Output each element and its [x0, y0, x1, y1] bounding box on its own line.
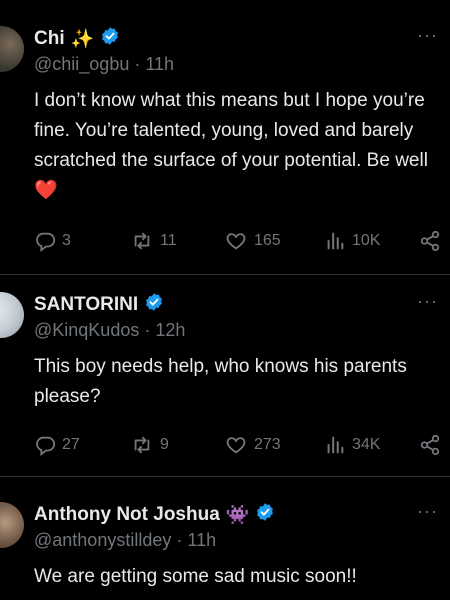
reply-icon [36, 232, 56, 252]
share-button[interactable] [419, 230, 441, 252]
separator-dot: · [144, 320, 151, 340]
retweet-icon [134, 232, 150, 250]
reply-count: 27 [62, 436, 80, 453]
heart-emoji: ❤️ [34, 180, 58, 201]
handle[interactable]: @chii_ogbu [34, 54, 129, 74]
timestamp[interactable]: 11h [187, 530, 216, 550]
tweet-text: I don’t know what this means but I hope … [34, 90, 428, 171]
avatar[interactable] [0, 26, 24, 72]
reply-button[interactable]: 27 [34, 434, 80, 456]
avatar[interactable] [0, 292, 24, 338]
tweet-text: This boy needs help, who knows his paren… [34, 356, 407, 407]
reply-button[interactable]: 3 [34, 230, 71, 252]
display-name[interactable]: Anthony Not Joshua [34, 504, 220, 526]
like-count: 165 [254, 232, 281, 249]
display-name[interactable]: Chi [34, 28, 65, 50]
display-name-row[interactable]: SANTORINI [34, 292, 164, 318]
sparkles-emoji: ✨ [70, 29, 95, 50]
share-button[interactable] [419, 434, 441, 456]
action-bar: 3 11 165 10K [34, 230, 444, 258]
retweet-icon [134, 436, 150, 454]
divider [0, 476, 450, 477]
divider [0, 274, 450, 275]
more-options-icon[interactable]: ··· [417, 292, 438, 310]
reply-count: 3 [62, 232, 71, 249]
share-icon [420, 230, 440, 252]
tweet-body: We are getting some sad music soon!! [34, 562, 434, 592]
views-button[interactable]: 10K [324, 230, 380, 252]
handle[interactable]: @KinqKudos [34, 320, 139, 340]
tweet-text: We are getting some sad music soon!! [34, 566, 357, 587]
handle-row: @KinqKudos · 12h [34, 320, 185, 341]
separator-dot: · [176, 530, 183, 550]
verified-badge-icon [100, 26, 120, 52]
verified-badge-icon [255, 502, 275, 528]
separator-dot: · [134, 54, 141, 74]
share-icon [420, 434, 440, 456]
reply-icon [36, 436, 56, 456]
views-icon [327, 232, 344, 250]
more-options-icon[interactable]: ··· [417, 26, 438, 44]
action-bar: 27 9 273 34K [34, 434, 444, 462]
heart-icon [226, 437, 246, 454]
retweet-count: 9 [160, 436, 169, 453]
display-name[interactable]: SANTORINI [34, 294, 138, 316]
like-button[interactable]: 273 [224, 434, 281, 456]
more-options-icon[interactable]: ··· [417, 502, 438, 520]
like-count: 273 [254, 436, 281, 453]
retweet-button[interactable]: 9 [130, 434, 169, 456]
handle[interactable]: @anthonystilldey [34, 530, 171, 550]
retweet-button[interactable]: 11 [130, 230, 177, 252]
avatar[interactable] [0, 502, 24, 548]
alien-monster-emoji: 👾 [225, 505, 250, 526]
display-name-row[interactable]: Chi ✨ [34, 26, 120, 52]
handle-row: @anthonystilldey · 11h [34, 530, 216, 551]
views-icon [327, 436, 344, 454]
view-count: 34K [352, 436, 381, 453]
display-name-row[interactable]: Anthony Not Joshua 👾 [34, 502, 275, 528]
timestamp[interactable]: 12h [155, 320, 185, 340]
view-count: 10K [352, 232, 381, 249]
verified-badge-icon [144, 292, 164, 318]
like-button[interactable]: 165 [224, 230, 281, 252]
tweet-body: This boy needs help, who knows his paren… [34, 352, 434, 412]
views-button[interactable]: 34K [324, 434, 380, 456]
timestamp[interactable]: 11h [145, 54, 174, 74]
tweet-body: I don’t know what this means but I hope … [34, 86, 434, 206]
handle-row: @chii_ogbu · 11h [34, 54, 174, 75]
retweet-count: 11 [160, 232, 177, 249]
heart-icon [226, 233, 246, 250]
